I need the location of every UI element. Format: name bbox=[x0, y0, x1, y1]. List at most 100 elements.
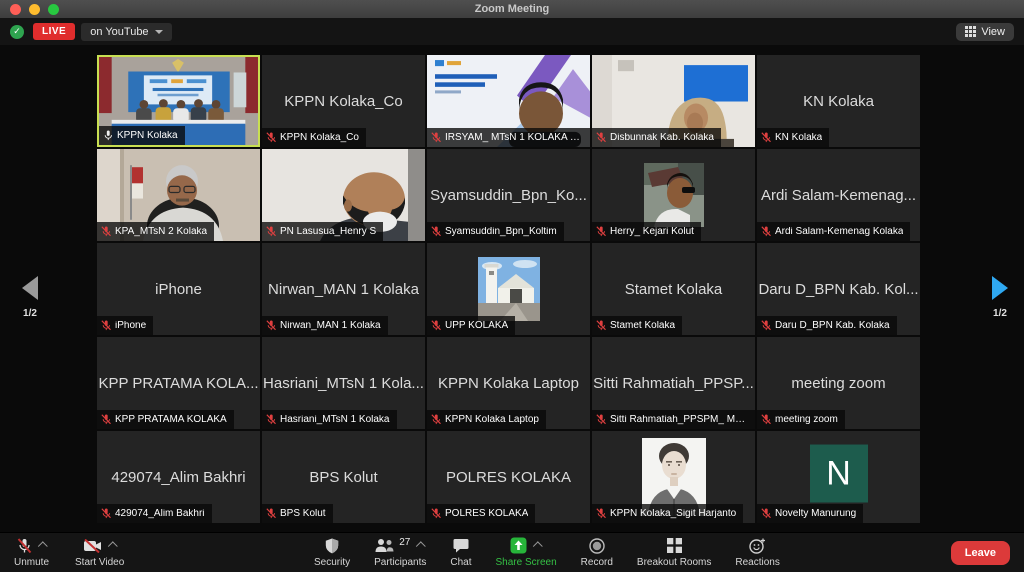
muted-mic-icon bbox=[101, 320, 111, 331]
leave-button[interactable]: Leave bbox=[951, 541, 1010, 565]
unmute-label: Unmute bbox=[14, 557, 49, 568]
muted-mic-icon bbox=[101, 226, 111, 237]
participant-tile[interactable]: Syamsuddin_Bpn_Ko... Syamsuddin_Bpn_Kolt… bbox=[427, 149, 590, 241]
participant-tile[interactable]: Daru D_BPN Kab. Kol... Daru D_BPN Kab. K… bbox=[757, 243, 920, 335]
chevron-up-icon[interactable] bbox=[533, 541, 543, 551]
participant-label: PN Lasusua_Henry S bbox=[262, 222, 383, 241]
start-video-button[interactable]: Start Video bbox=[75, 537, 124, 568]
participant-tile[interactable]: POLRES KOLAKA POLRES KOLAKA bbox=[427, 431, 590, 523]
view-button-label: View bbox=[981, 26, 1005, 38]
muted-mic-icon bbox=[761, 414, 771, 425]
participant-tile[interactable]: iPhone iPhone bbox=[97, 243, 260, 335]
security-button[interactable]: Security bbox=[314, 537, 350, 568]
participant-tile[interactable]: 429074_Alim Bakhri 429074_Alim Bakhri bbox=[97, 431, 260, 523]
participant-tile[interactable]: KPA_MTsN 2 Kolaka bbox=[97, 149, 260, 241]
window-titlebar: Zoom Meeting bbox=[0, 0, 1024, 18]
participant-label: Daru D_BPN Kab. Kolaka bbox=[757, 316, 897, 335]
chat-icon bbox=[453, 538, 469, 553]
participant-tile[interactable]: KPPN Kolaka_Co KPPN Kolaka_Co bbox=[262, 55, 425, 147]
chevron-up-icon[interactable] bbox=[416, 541, 426, 551]
participant-tile[interactable]: N Novelty Manurung bbox=[757, 431, 920, 523]
previous-page-button[interactable]: 1/2 bbox=[0, 276, 60, 319]
participant-tile[interactable]: KPPN Kolaka_Sigit Harjanto bbox=[592, 431, 755, 523]
participant-tile[interactable]: Stamet Kolaka Stamet Kolaka bbox=[592, 243, 755, 335]
participant-tile[interactable]: meeting zoom meeting zoom bbox=[757, 337, 920, 429]
chevron-up-icon[interactable] bbox=[37, 541, 47, 551]
participant-label: Hasriani_MTsN 1 Kolaka bbox=[262, 410, 397, 429]
arrow-right-icon bbox=[992, 276, 1008, 300]
participant-label: BPS Kolut bbox=[262, 504, 333, 523]
reactions-button[interactable]: Reactions bbox=[735, 537, 779, 568]
streaming-platform-dropdown[interactable]: on YouTube bbox=[81, 23, 171, 41]
muted-mic-icon bbox=[266, 414, 276, 425]
stream-status-bar: ✓ LIVE on YouTube View bbox=[0, 18, 1024, 45]
participant-label: KPA_MTsN 2 Kolaka bbox=[97, 222, 214, 241]
participant-tile[interactable]: Disbunnak Kab. Kolaka bbox=[592, 55, 755, 147]
chevron-up-icon[interactable] bbox=[107, 541, 117, 551]
participant-label: KPPN Kolaka_Sigit Harjanto bbox=[592, 504, 743, 523]
record-button[interactable]: Record bbox=[581, 537, 613, 568]
participant-label: IRSYAM_ MTsN 1 KOLAKA UTARA bbox=[427, 128, 590, 147]
chat-button[interactable]: Chat bbox=[450, 537, 471, 568]
muted-mic-icon bbox=[596, 226, 606, 237]
breakout-rooms-icon bbox=[667, 538, 682, 553]
participant-tile[interactable]: Herry_ Kejari Kolut bbox=[592, 149, 755, 241]
participant-label: KPPN Kolaka bbox=[99, 126, 185, 145]
chat-label: Chat bbox=[450, 557, 471, 568]
participant-label: Novelty Manurung bbox=[757, 504, 863, 523]
muted-mic-icon bbox=[266, 132, 276, 143]
participant-tile[interactable]: KPPN Kolaka bbox=[97, 55, 260, 147]
arrow-left-icon bbox=[22, 276, 38, 300]
participant-label: Nirwan_MAN 1 Kolaka bbox=[262, 316, 388, 335]
unmuted-mic-icon bbox=[103, 130, 113, 141]
participant-label: KPP PRATAMA KOLAKA bbox=[97, 410, 234, 429]
participant-tile[interactable]: KPP PRATAMA KOLA... KPP PRATAMA KOLAKA bbox=[97, 337, 260, 429]
share-screen-icon bbox=[510, 537, 527, 554]
share-screen-button[interactable]: Share Screen bbox=[496, 537, 557, 568]
participants-count: 27 bbox=[399, 537, 410, 548]
reactions-icon bbox=[749, 538, 766, 554]
participant-label: iPhone bbox=[97, 316, 153, 335]
muted-mic-icon bbox=[266, 508, 276, 519]
breakout-rooms-button[interactable]: Breakout Rooms bbox=[637, 537, 711, 568]
participant-label: UPP KOLAKA bbox=[427, 316, 515, 335]
participants-icon bbox=[375, 538, 395, 553]
muted-mic-icon bbox=[761, 132, 771, 143]
participant-tile[interactable]: Hasriani_MTsN 1 Kola... Hasriani_MTsN 1 … bbox=[262, 337, 425, 429]
page-indicator: 1/2 bbox=[0, 308, 60, 319]
participant-tile[interactable]: UPP KOLAKA bbox=[427, 243, 590, 335]
breakout-rooms-label: Breakout Rooms bbox=[637, 557, 711, 568]
participants-button[interactable]: 27 Participants bbox=[374, 537, 426, 568]
participant-label: Stamet Kolaka bbox=[592, 316, 682, 335]
participant-tile[interactable]: Sitti Rahmatiah_PPSP... Sitti Rahmatiah_… bbox=[592, 337, 755, 429]
participant-label: KPPN Kolaka Laptop bbox=[427, 410, 546, 429]
muted-mic-icon bbox=[266, 320, 276, 331]
video-off-icon bbox=[83, 539, 102, 553]
muted-mic-icon bbox=[596, 414, 606, 425]
muted-mic-icon bbox=[431, 320, 441, 331]
muted-mic-icon bbox=[101, 508, 111, 519]
view-button[interactable]: View bbox=[956, 23, 1014, 41]
muted-mic-icon bbox=[17, 538, 32, 554]
participant-tile[interactable]: KPPN Kolaka Laptop KPPN Kolaka Laptop bbox=[427, 337, 590, 429]
participant-label: meeting zoom bbox=[757, 410, 845, 429]
chevron-down-icon bbox=[155, 30, 163, 34]
participant-tile[interactable]: KN Kolaka KN Kolaka bbox=[757, 55, 920, 147]
participant-tile[interactable]: PN Lasusua_Henry S bbox=[262, 149, 425, 241]
muted-mic-icon bbox=[761, 226, 771, 237]
participant-label: Sitti Rahmatiah_PPSPM_ MTsN 1... bbox=[592, 410, 755, 429]
participant-tile[interactable]: IRSYAM_ MTsN 1 KOLAKA UTARA bbox=[427, 55, 590, 147]
participant-tile[interactable]: BPS Kolut BPS Kolut bbox=[262, 431, 425, 523]
participant-grid: KPPN Kolaka KPPN Kolaka_Co KPPN Kolaka_C… bbox=[97, 55, 920, 523]
participant-label: POLRES KOLAKA bbox=[427, 504, 535, 523]
unmute-button[interactable]: Unmute bbox=[14, 537, 49, 568]
participant-tile[interactable]: Nirwan_MAN 1 Kolaka Nirwan_MAN 1 Kolaka bbox=[262, 243, 425, 335]
meeting-toolbar: Unmute Start Video bbox=[0, 532, 1024, 572]
next-page-button[interactable]: 1/2 bbox=[970, 276, 1024, 319]
participant-tile[interactable]: Ardi Salam-Kemenag... Ardi Salam-Kemenag… bbox=[757, 149, 920, 241]
muted-mic-icon bbox=[431, 226, 441, 237]
participant-label: Disbunnak Kab. Kolaka bbox=[592, 128, 721, 147]
grid-view-icon bbox=[965, 26, 976, 37]
participant-label: Ardi Salam-Kemenag Kolaka bbox=[757, 222, 910, 241]
participant-label: KN Kolaka bbox=[757, 128, 829, 147]
